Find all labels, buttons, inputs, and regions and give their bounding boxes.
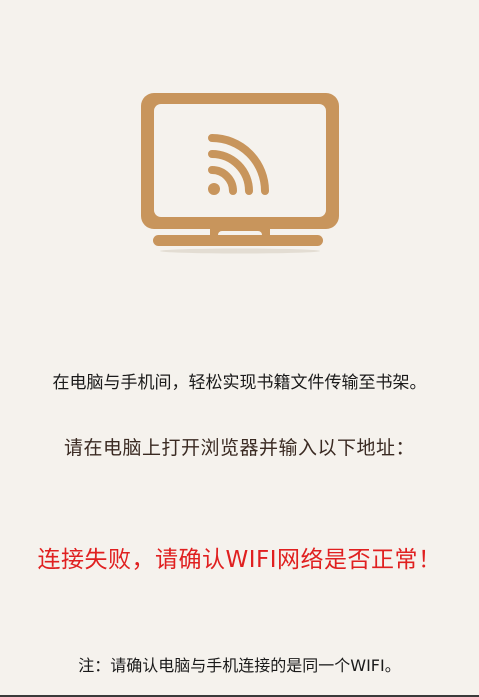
same-wifi-note: 注：请确认电脑与手机连接的是同一个WIFI。 bbox=[78, 656, 401, 675]
wifi-transfer-screen: 在电脑与手机间，轻松实现书籍文件传输至书架。 请在电脑上打开浏览器并输入以下地址… bbox=[0, 0, 479, 697]
connection-error-message: 连接失败，请确认WIFI网络是否正常！ bbox=[37, 547, 442, 573]
browser-instruction: 请在电脑上打开浏览器并输入以下地址： bbox=[63, 437, 415, 459]
wifi-monitor-icon bbox=[141, 93, 339, 254]
transfer-description: 在电脑与手机间，轻松实现书籍文件传输至书架。 bbox=[52, 373, 427, 393]
